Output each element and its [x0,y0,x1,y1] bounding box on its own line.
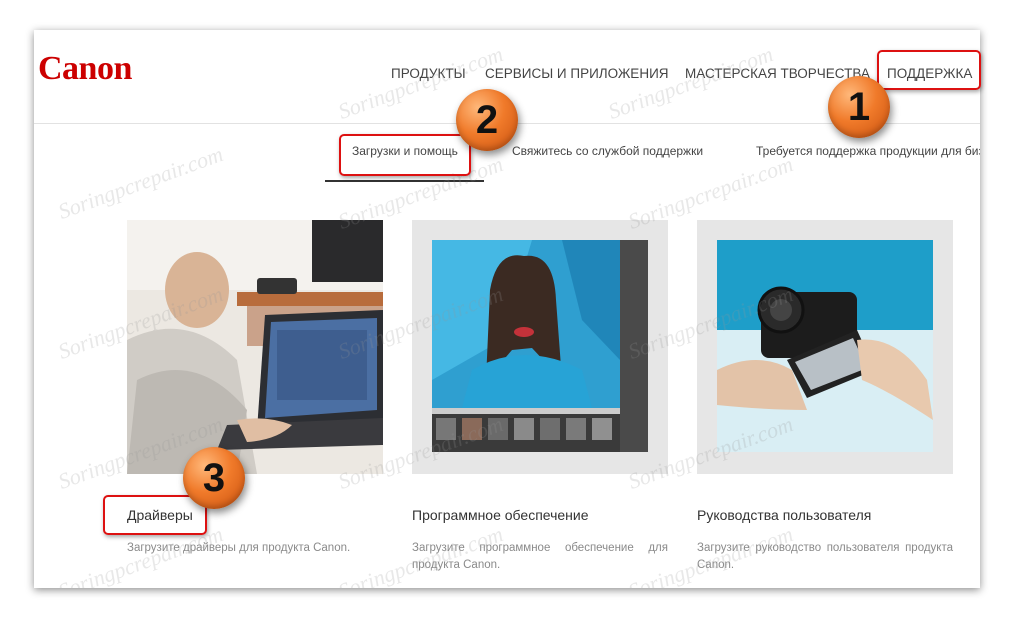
card-description: Загрузите драйверы для продукта Canon. [127,542,351,554]
camera-image[interactable] [697,220,953,474]
step-2-badge: 2 [456,89,518,151]
highlight-downloads [339,134,471,176]
highlight-drivers [103,495,207,535]
card-description: Загрузите руководство пользователя проду… [697,542,953,571]
nav-creative[interactable]: МАСТЕРСКАЯ ТВОРЧЕСТВА [685,66,870,81]
step-1-badge: 1 [828,76,890,138]
card-title[interactable]: Программное обеспечение [412,507,589,523]
active-tab-indicator [325,180,484,182]
support-subnav: Загрузки и помощь Свяжитесь со службой п… [34,144,980,164]
nav-services[interactable]: СЕРВИСЫ И ПРИЛОЖЕНИЯ [485,66,669,81]
step-3-badge: 3 [183,447,245,509]
tab-contact[interactable]: Свяжитесь со службой поддержки [512,144,703,158]
card-title[interactable]: Руководства пользователя [697,507,871,523]
highlight-support [877,50,981,90]
card-description: Загрузите программное обеспечение для пр… [412,542,668,571]
software-screenshot-image[interactable] [412,220,668,474]
nav-products[interactable]: ПРОДУКТЫ [391,66,466,81]
tab-business[interactable]: Требуется поддержка продукции для биз [756,144,980,158]
laptop-user-image[interactable] [127,220,383,474]
